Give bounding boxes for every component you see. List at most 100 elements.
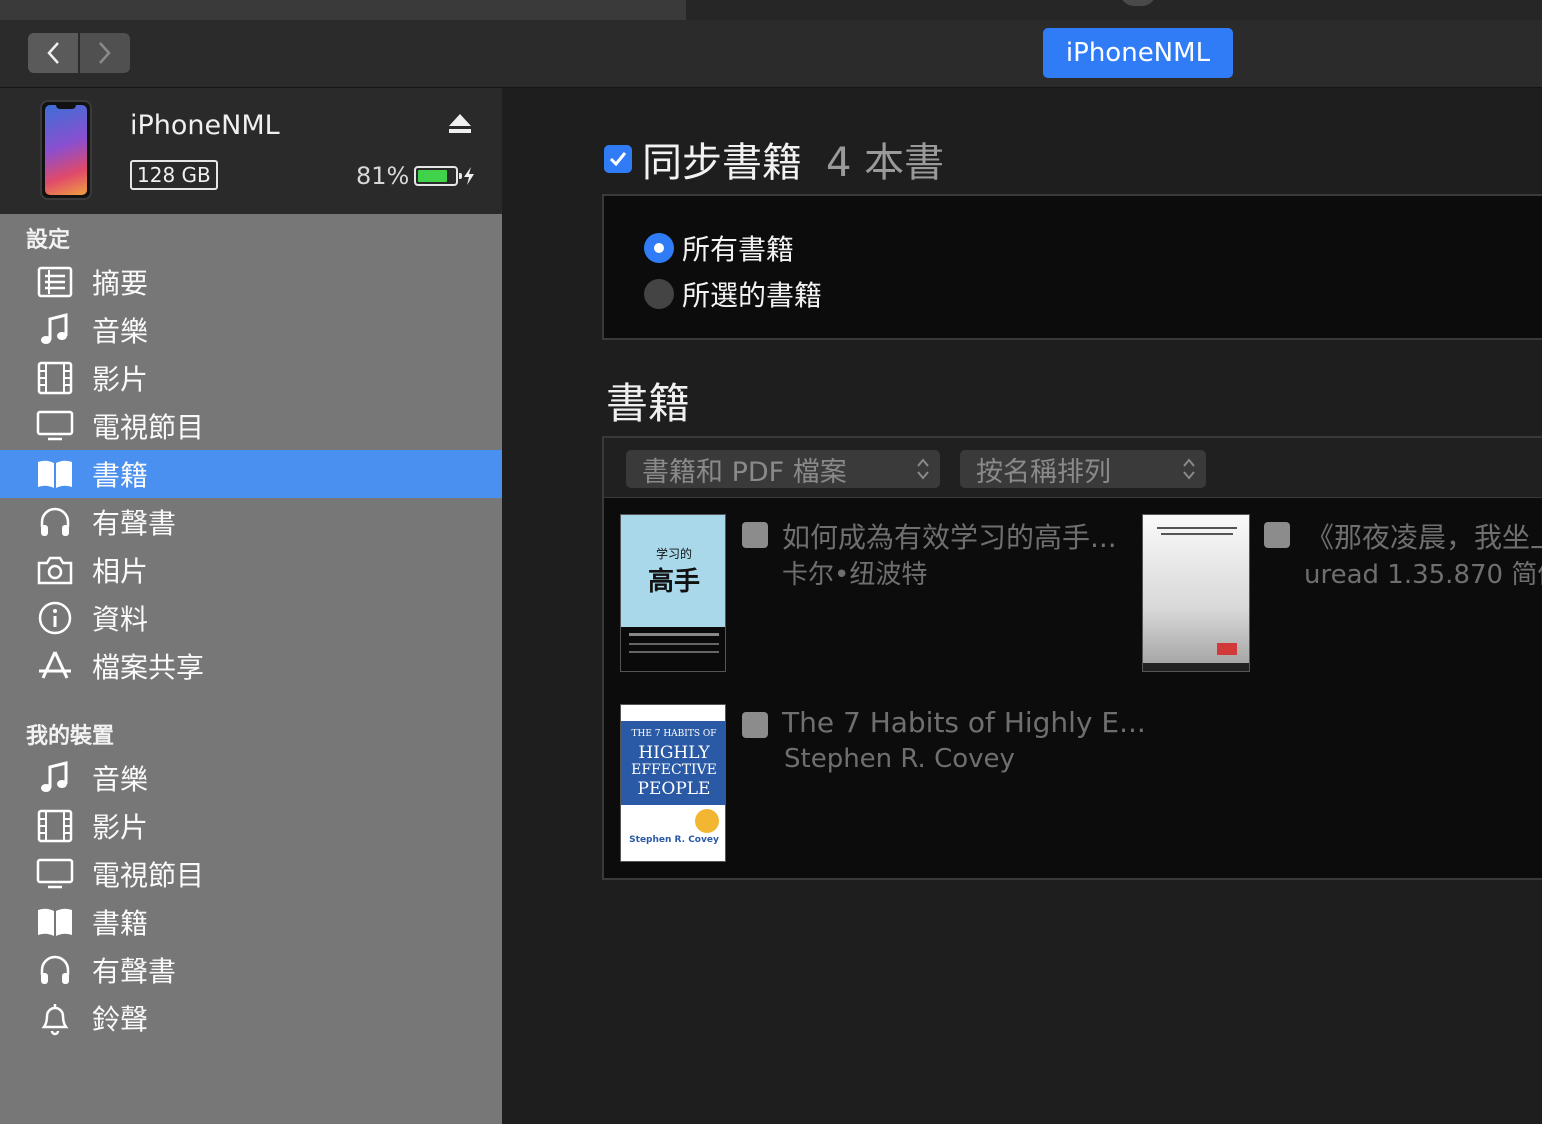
headphones-icon — [36, 952, 74, 988]
info-icon — [36, 600, 74, 636]
sync-books-checkbox[interactable] — [604, 145, 632, 173]
radio-all-books[interactable] — [644, 233, 674, 263]
sidebar-item-label: 音樂 — [92, 315, 149, 348]
books-panel: 書籍和 PDF 檔案 按名稱排列 学习的 高手 如何成為有效学习的高手... 卡… — [602, 436, 1542, 880]
sidebar-item-label: 有聲書 — [92, 955, 177, 988]
cover-line: EFFECTIVE — [631, 762, 717, 778]
iphone-icon — [40, 100, 92, 200]
sidebar-item-label: 鈴聲 — [92, 1003, 149, 1036]
books-heading: 書籍 — [606, 379, 691, 428]
headphones-icon — [36, 504, 74, 540]
chevron-right-icon — [99, 42, 111, 64]
sync-books-row: 同步書籍 4 本書 — [604, 130, 944, 188]
device-header: iPhoneNML 128 GB 81% — [0, 88, 502, 214]
sidebar-device-item-5[interactable]: 有聲書 — [0, 946, 502, 994]
forward-button[interactable] — [80, 33, 130, 73]
option-all-books-label: 所有書籍 — [682, 233, 795, 266]
back-button[interactable] — [28, 33, 78, 73]
cover-line: THE 7 HABITS OF — [631, 729, 717, 739]
cover-title: 学习的 — [655, 547, 692, 561]
sidebar-device-item-4[interactable]: 書籍 — [0, 898, 502, 946]
sidebar-settings-item-3[interactable]: 影片 — [0, 354, 502, 402]
settings-section-title: 設定 — [26, 228, 71, 253]
cover-line: HIGHLY — [638, 743, 710, 763]
tv-icon — [36, 408, 74, 444]
book-checkbox[interactable] — [1264, 522, 1290, 548]
sidebar-settings-item-1[interactable]: 摘要 — [0, 258, 502, 306]
tv-icon — [36, 856, 74, 892]
sidebar-settings-item-7[interactable]: 相片 — [0, 546, 502, 594]
charging-bolt-icon — [464, 167, 474, 185]
battery-icon — [414, 166, 462, 186]
sort-label: 按名稱排列 — [976, 456, 1111, 488]
book-count: 4 本書 — [826, 140, 945, 186]
radio-selected-books[interactable] — [644, 279, 674, 309]
sidebar-device-item-2[interactable]: 影片 — [0, 802, 502, 850]
book-checkbox[interactable] — [742, 522, 768, 548]
apple-logo-icon — [1120, 0, 1156, 6]
window-top-strip — [0, 0, 1542, 20]
bell-icon — [36, 1000, 74, 1036]
sidebar-item-label: 電視節目 — [92, 411, 205, 444]
app-store-icon — [36, 648, 74, 684]
sidebar-device-item-6[interactable]: 鈴聲 — [0, 994, 502, 1042]
sidebar-device-item-1[interactable]: 音樂 — [0, 754, 502, 802]
chevron-left-icon — [47, 42, 59, 64]
updown-arrows-icon — [917, 458, 929, 480]
sidebar-item-label: 摘要 — [92, 267, 149, 300]
sidebar-item-label: 電視節目 — [92, 859, 205, 892]
book-title: 如何成為有效学习的高手... — [782, 521, 1117, 554]
sidebar-settings-item-6[interactable]: 有聲書 — [0, 498, 502, 546]
type-filter-select[interactable]: 書籍和 PDF 檔案 — [626, 450, 940, 488]
sidebar-item-label: 資料 — [92, 603, 149, 636]
updown-arrows-icon — [1183, 458, 1195, 480]
battery-percent: 81% — [356, 162, 410, 190]
sidebar-settings-item-5[interactable]: 書籍 — [0, 450, 502, 498]
eject-icon[interactable] — [447, 112, 473, 136]
music-note-icon — [36, 760, 74, 796]
sidebar-item-label: 書籍 — [92, 459, 149, 492]
book-title: The 7 Habits of Highly E... — [782, 706, 1146, 739]
summary-icon — [36, 264, 74, 300]
toolbar: iPhoneNML — [0, 20, 1542, 88]
book-cover: THE 7 HABITS OF HIGHLY EFFECTIVE PEOPLE … — [620, 704, 726, 862]
book-icon — [36, 456, 74, 492]
film-icon — [36, 360, 74, 396]
option-all-books[interactable]: 所有書籍 — [644, 228, 794, 268]
sidebar-item-label: 有聲書 — [92, 507, 177, 540]
sidebar-item-label: 檔案共享 — [92, 651, 205, 684]
books-filter-bar: 書籍和 PDF 檔案 按名稱排列 — [604, 438, 1542, 498]
sidebar: iPhoneNML 128 GB 81% 設定 摘要 音樂 影片 電視節目 書籍 有聲書相… — [0, 88, 502, 1124]
option-selected-books[interactable]: 所選的書籍 — [644, 274, 822, 314]
sidebar-item-label: 書籍 — [92, 907, 149, 940]
sidebar-settings-item-2[interactable]: 音樂 — [0, 306, 502, 354]
sync-books-label: 同步書籍 — [642, 140, 802, 186]
music-note-icon — [36, 312, 74, 348]
book-cover — [1142, 514, 1250, 672]
cover-author: Stephen R. Covey — [629, 835, 719, 845]
cover-big-title: 高手 — [647, 567, 700, 597]
sidebar-settings-item-4[interactable]: 電視節目 — [0, 402, 502, 450]
sidebar-item-label: 音樂 — [92, 763, 149, 796]
sidebar-item-label: 影片 — [92, 811, 149, 844]
cover-line: PEOPLE — [637, 779, 711, 799]
film-icon — [36, 808, 74, 844]
checkmark-icon — [609, 152, 627, 167]
book-checkbox[interactable] — [742, 712, 768, 738]
my-device-section-title: 我的裝置 — [26, 724, 115, 749]
sidebar-device-item-3[interactable]: 電視節目 — [0, 850, 502, 898]
sidebar-settings-item-9[interactable]: 檔案共享 — [0, 642, 502, 690]
book-author: Stephen R. Covey — [784, 744, 1015, 774]
book-author: 卡尔•纽波特 — [782, 560, 928, 590]
camera-icon — [36, 552, 74, 588]
device-button[interactable]: iPhoneNML — [1043, 28, 1233, 78]
sidebar-item-label: 相片 — [92, 555, 149, 588]
sort-select[interactable]: 按名稱排列 — [960, 450, 1206, 488]
sidebar-item-label: 影片 — [92, 363, 149, 396]
book-icon — [36, 904, 74, 940]
type-filter-label: 書籍和 PDF 檔案 — [642, 456, 847, 488]
book-author: uread 1.35.870 简体 — [1304, 560, 1542, 590]
window-top-left — [0, 0, 686, 20]
main-content: 同步書籍 4 本書 所有書籍 所選的書籍 書籍 書籍和 PDF 檔案 按名稱排列 — [502, 88, 1542, 1124]
sidebar-settings-item-8[interactable]: 資料 — [0, 594, 502, 642]
